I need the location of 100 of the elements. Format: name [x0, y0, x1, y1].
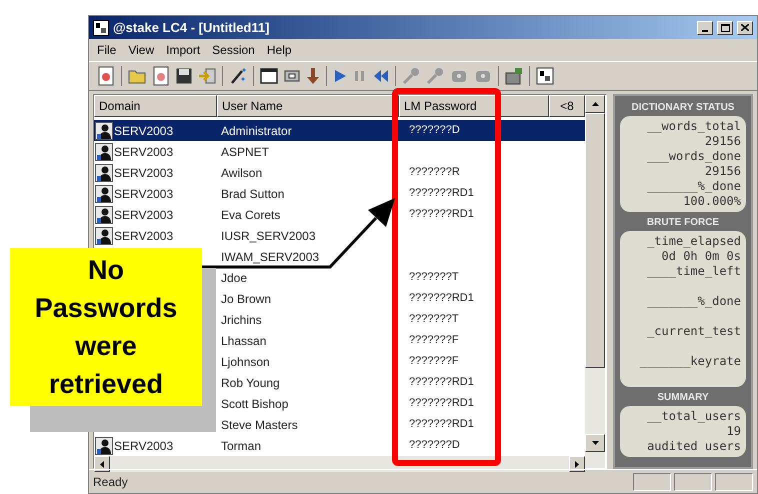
readout-value: 19: [726, 424, 741, 438]
open-folder-icon[interactable]: [128, 68, 146, 84]
document-icon[interactable]: [152, 66, 170, 86]
table-cell: ???????F: [409, 334, 459, 346]
table-cell[interactable]: Ljohnson: [221, 354, 270, 368]
table-cell-text: SERV2003: [114, 438, 174, 454]
scroll-down-button[interactable]: [585, 434, 605, 452]
user-icon: [95, 206, 113, 224]
minimize-button[interactable]: [697, 20, 713, 34]
table-cell-text: SERV2003: [114, 228, 174, 244]
table-cell: ???????RD1: [409, 208, 474, 220]
scroll-up-button[interactable]: [585, 95, 605, 113]
table-cell-text: SERV2003: [114, 164, 174, 182]
window-icon[interactable]: [260, 68, 278, 84]
table-cell[interactable]: IWAM_SERV2003: [221, 250, 320, 264]
table-cell: ???????RD1: [409, 397, 474, 410]
table-cell: ???????RD1: [409, 418, 474, 430]
table-cell[interactable]: ASPNET: [221, 144, 270, 158]
readout-label: __words_total: [647, 119, 741, 133]
table-cell: ???????RD1: [409, 292, 474, 304]
user-icon: [95, 184, 113, 202]
readout-label: __total_users: [647, 409, 741, 423]
play-icon[interactable]: [333, 69, 347, 83]
table-cell: ???????T: [409, 271, 459, 284]
save-icon[interactable]: [176, 68, 192, 84]
table-cell[interactable]: Jrichins: [221, 312, 262, 326]
readout-value: 29156: [704, 134, 741, 148]
table-cell[interactable]: Jdoe: [221, 270, 248, 284]
table-cell[interactable]: Scott Bishop: [221, 396, 288, 410]
window-title: @stake LC4 - [Untitled11]: [113, 18, 270, 37]
table-cell[interactable]: Brad Sutton: [221, 186, 284, 200]
table-cell[interactable]: IUSR_SERV2003: [221, 228, 316, 242]
table-cell[interactable]: Torman: [221, 438, 262, 452]
readout-label: ___words_done: [647, 149, 741, 163]
section-title: SUMMARY: [656, 391, 710, 405]
section-title: DICTIONARY STATUS: [630, 101, 736, 115]
down-arrow-icon[interactable]: [306, 67, 320, 85]
app-icon: [93, 20, 109, 36]
table-cell[interactable]: Lhassan: [221, 334, 266, 348]
scroll-left-button[interactable]: [94, 456, 110, 472]
table-cell: ???????R: [409, 166, 460, 178]
left-arrow-icon: [100, 460, 104, 468]
table-cell[interactable]: Eva Corets: [221, 208, 280, 222]
logo-icon[interactable]: [536, 67, 554, 85]
column-header[interactable]: <8: [549, 95, 585, 117]
scroll-right-button[interactable]: [569, 456, 585, 472]
wand-icon[interactable]: [229, 67, 247, 85]
table-cell: ???????RD1: [409, 376, 474, 388]
readout-label: _current_test: [647, 324, 741, 338]
scroll-thumb[interactable]: [585, 113, 605, 368]
table-cell-text: SERV2003: [114, 122, 174, 140]
down-arrow-icon: [592, 441, 598, 445]
user-icon: [95, 226, 113, 244]
status-text: Ready: [93, 474, 129, 490]
readout-label: _______%_done: [647, 294, 741, 308]
maximize-button[interactable]: [717, 20, 733, 34]
user-icon: [95, 142, 113, 160]
menu-item[interactable]: File: [97, 41, 116, 59]
status-pane: [674, 472, 712, 490]
readout-label: _______keyrate: [640, 354, 741, 368]
menu-item[interactable]: Help: [266, 41, 292, 59]
up-arrow-icon: [592, 102, 598, 106]
table-cell[interactable]: Steve Masters: [221, 418, 298, 432]
menu-item[interactable]: Session: [212, 41, 255, 59]
table-cell-text: SERV2003: [114, 186, 174, 202]
readout-label: _______%_done: [647, 179, 741, 193]
column-header[interactable]: User Name: [217, 95, 399, 117]
rewind-icon[interactable]: [373, 69, 389, 83]
dialog-icon[interactable]: [284, 69, 300, 83]
user-icon: [95, 436, 113, 454]
section-title: BRUTE FORCE: [646, 216, 720, 230]
table-cell[interactable]: Awilson: [221, 166, 262, 180]
close-button[interactable]: [737, 20, 753, 34]
table-cell-text: SERV2003: [114, 206, 174, 224]
readout-value: 0d 0h 0m 0s: [662, 249, 741, 263]
arrow-icon[interactable]: [198, 68, 216, 84]
callout-text: No Passwords were retrieved: [34, 254, 178, 401]
right-arrow-icon: [575, 460, 579, 468]
readout-label: _time_elapsed: [647, 234, 741, 248]
readout-label: ____time_left: [647, 264, 741, 278]
vertical-scrollbar[interactable]: [585, 95, 605, 468]
menu-item[interactable]: Import: [166, 41, 200, 59]
status-pane: [633, 472, 671, 490]
readout-value: 100.000%: [683, 194, 741, 208]
new-document-icon[interactable]: [97, 66, 115, 86]
options-icon[interactable]: [505, 67, 523, 85]
table-cell: ???????T: [409, 313, 459, 326]
table-cell[interactable]: Administrator: [221, 124, 292, 138]
close-icon: [741, 24, 749, 31]
user-icon: [95, 164, 113, 182]
readout-label: audited users: [647, 439, 741, 453]
readout-value: 29156: [704, 164, 741, 178]
table-cell: ???????F: [409, 355, 459, 368]
status-pane: [715, 472, 753, 490]
column-header[interactable]: LM Password: [399, 95, 549, 117]
menu-item[interactable]: View: [128, 41, 154, 59]
table-cell[interactable]: Jo Brown: [221, 292, 272, 306]
table-cell[interactable]: Rob Young: [221, 376, 280, 390]
column-header[interactable]: Domain: [94, 95, 217, 117]
table-cell: ???????D: [409, 439, 460, 452]
